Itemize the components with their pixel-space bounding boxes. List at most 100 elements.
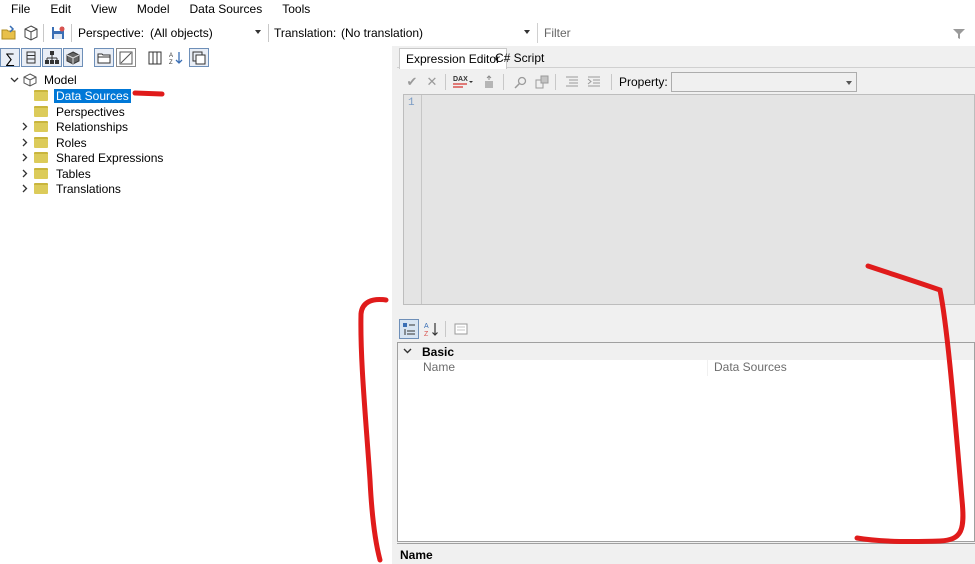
property-row[interactable]: Name Data Sources (398, 360, 974, 376)
tree-item-data-sources[interactable]: Data Sources (20, 88, 131, 103)
folder-outline-icon (97, 53, 111, 63)
property-value[interactable]: Data Sources (714, 360, 974, 376)
chevron-down-icon (255, 30, 261, 34)
toolbar-separator (43, 24, 44, 42)
toolbar-separator (503, 74, 504, 90)
folder-icon (34, 137, 48, 148)
sort-button[interactable]: AZ (166, 48, 186, 67)
folder-icon (34, 90, 48, 101)
tree-item-tables[interactable]: Tables (20, 166, 93, 181)
menu-bar: File Edit View Model Data Sources Tools (0, 0, 975, 20)
hidden-slash-icon (119, 51, 133, 64)
cancel-x-icon[interactable]: ✕ (423, 73, 441, 91)
filter-funnel-icon[interactable] (950, 25, 968, 43)
editor-tabstrip: Expression Editor C# Script (397, 46, 975, 69)
comment-lines-icon[interactable] (563, 73, 581, 91)
svg-text:A: A (424, 323, 429, 330)
property-pages-button[interactable] (451, 319, 471, 339)
sort-az-icon: AZ (169, 51, 183, 65)
translation-value: (No translation) (341, 26, 424, 40)
tree-item-label: Roles (56, 135, 87, 150)
property-category-basic[interactable]: Basic (398, 343, 974, 360)
property-select[interactable] (671, 72, 857, 92)
svg-text:Z: Z (424, 331, 429, 337)
show-info-columns-button[interactable] (189, 48, 209, 67)
toolbar-separator (555, 74, 556, 90)
show-hidden-button[interactable] (116, 48, 136, 67)
filter-input[interactable] (537, 23, 940, 43)
tree-item-label: Tables (56, 166, 91, 181)
chevron-right-icon[interactable] (20, 169, 30, 179)
dax-format-icon[interactable]: DAX (451, 73, 475, 91)
property-description-panel: Name (397, 543, 975, 564)
toolbar-separator (445, 321, 446, 337)
chevron-right-icon[interactable] (20, 138, 30, 148)
show-hierarchies-button[interactable] (42, 48, 62, 67)
alphabetical-view-button[interactable]: AZ (421, 319, 441, 339)
chevron-down-icon[interactable] (398, 346, 416, 357)
perspective-select[interactable]: (All objects) (146, 23, 264, 43)
folder-icon (34, 106, 48, 117)
menu-model[interactable]: Model (125, 0, 178, 20)
menu-file[interactable]: File (0, 0, 38, 20)
hierarchy-icon (45, 51, 59, 64)
property-name: Name (398, 360, 708, 376)
dependencies-icon[interactable] (481, 73, 499, 91)
tree-item-label: Perspectives (56, 104, 125, 119)
toolbar-separator (268, 24, 269, 42)
chevron-down-icon (846, 81, 852, 85)
editor-toolbar: ✔ ✕ DAX Property: (401, 71, 975, 93)
perspective-label: Perspective: (78, 26, 145, 40)
menu-view[interactable]: View (79, 0, 125, 20)
show-tables-button[interactable] (63, 48, 83, 67)
tree-root-label: Model (44, 72, 77, 87)
accept-check-icon[interactable]: ✔ (403, 73, 421, 91)
show-display-folders-button[interactable] (94, 48, 114, 67)
uncomment-lines-icon[interactable] (585, 73, 603, 91)
tree-item-roles[interactable]: Roles (20, 135, 89, 150)
chevron-down-icon[interactable] (9, 75, 19, 85)
folder-icon (34, 152, 48, 163)
show-measures-button[interactable]: ∑ (0, 48, 20, 67)
svg-text:A: A (169, 53, 173, 59)
perspective-value: (All objects) (150, 26, 213, 40)
categorized-icon (403, 323, 415, 335)
open-model-icon[interactable] (0, 24, 18, 42)
tree-item-label: Translations (56, 181, 121, 196)
save-icon[interactable] (49, 24, 67, 42)
tab-csharp-script[interactable]: C# Script (489, 48, 550, 68)
chevron-down-icon (524, 30, 530, 34)
find-magnifier-icon[interactable] (511, 73, 529, 91)
tree-item-translations[interactable]: Translations (20, 181, 123, 196)
horizontal-splitter[interactable] (397, 306, 975, 316)
property-grid-toolbar: AZ (397, 318, 975, 340)
menu-tools[interactable]: Tools (270, 0, 318, 20)
expander-placeholder (20, 107, 30, 117)
translation-select[interactable]: (No translation) (337, 23, 533, 43)
chevron-right-icon[interactable] (20, 122, 30, 132)
tom-explorer-tree: Model Data Sources Perspectives Relation… (0, 70, 392, 564)
line-number: 1 (408, 97, 415, 109)
deploy-cube-icon[interactable] (22, 24, 40, 42)
sigma-icon: ∑ (5, 49, 15, 66)
chevron-right-icon[interactable] (20, 184, 30, 194)
show-columns-button[interactable] (21, 48, 41, 67)
translation-label: Translation: (274, 26, 337, 40)
line-number-gutter: 1 (404, 95, 422, 304)
categorized-view-button[interactable] (399, 319, 419, 339)
replace-icon[interactable] (533, 73, 551, 91)
columns-view-button[interactable] (145, 48, 165, 67)
menu-edit[interactable]: Edit (38, 0, 79, 20)
chevron-right-icon[interactable] (20, 153, 30, 163)
tree-root-model[interactable]: Model (9, 72, 79, 87)
dax-badge-text: DAX (453, 76, 468, 83)
tree-item-relationships[interactable]: Relationships (20, 119, 130, 134)
column-icon (26, 51, 36, 64)
tree-item-label: Data Sources (54, 88, 131, 103)
tree-item-shared-expressions[interactable]: Shared Expressions (20, 150, 165, 165)
tree-item-perspectives[interactable]: Perspectives (20, 104, 127, 119)
folder-icon (34, 121, 48, 132)
menu-data-sources[interactable]: Data Sources (178, 0, 271, 20)
folder-icon (34, 168, 48, 179)
expression-editor-textarea[interactable]: 1 (403, 94, 975, 305)
